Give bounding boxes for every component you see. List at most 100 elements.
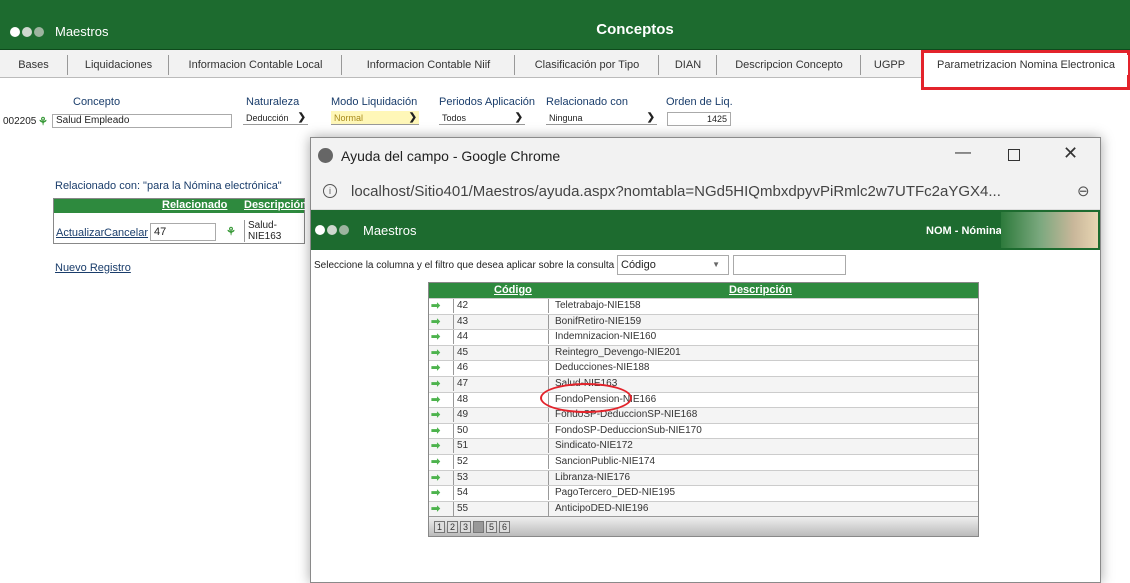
page-button[interactable]: 1 [434,521,445,534]
related-value-field[interactable]: 47 [150,223,216,241]
info-icon[interactable]: i [323,184,337,198]
row-code: 47 [453,376,549,391]
tab-liquidaciones[interactable]: Liquidaciones [69,55,169,75]
select-arrow-icon[interactable]: ➡ [431,439,451,453]
chevron-down-icon: ❯ [514,112,523,123]
table-row[interactable]: ➡ 49 FondoSP-DeduccionSP-NIE168 [429,407,978,423]
concepto-code: 002205 [3,116,37,127]
row-code: 42 [453,299,549,313]
zoom-icon[interactable]: ⊖ [1077,182,1090,200]
select-arrow-icon[interactable]: ➡ [431,424,451,438]
related-title: Relacionado con: "para la Nómina electró… [55,180,282,192]
page-button[interactable]: 3 [460,521,471,534]
cancelar-link[interactable]: Cancelar [104,227,148,239]
select-arrow-icon[interactable]: ➡ [431,346,451,360]
table-row[interactable]: ➡ 52 SancionPublic-NIE174 [429,453,978,470]
table-row[interactable]: ➡ 48 FondoPension-NIE166 [429,391,978,408]
popup-url: localhost/Sitio401/Maestros/ayuda.aspx?n… [351,183,1001,200]
select-arrow-icon[interactable]: ➡ [431,361,451,375]
minimize-icon[interactable]: — [955,144,971,162]
tab-contable-niif[interactable]: Informacion Contable Niif [343,55,515,75]
modo-select[interactable]: Normal ❯ [331,111,419,125]
table-row[interactable]: ➡ 53 Libranza-NIE176 [429,469,978,486]
select-arrow-icon[interactable]: ➡ [431,393,451,407]
app-header: Maestros Conceptos [0,0,1130,50]
close-icon[interactable]: ✕ [1063,143,1078,164]
lookup-icon[interactable]: ⚘ [226,225,236,238]
select-arrow-icon[interactable]: ➡ [431,455,451,469]
col-descripcion[interactable]: Descripción [729,284,792,296]
row-desc: Teletrabajo-NIE158 [555,300,641,311]
relacionado-label: Relacionado con [546,96,628,108]
table-row[interactable]: ➡ 47 Salud-NIE163 [429,375,978,392]
naturaleza-label: Naturaleza [246,96,300,108]
chrome-icon [318,148,333,163]
select-arrow-icon[interactable]: ➡ [431,486,451,500]
select-arrow-icon[interactable]: ➡ [431,315,451,329]
popup-brand: Maestros [363,223,417,238]
col-codigo[interactable]: Código [494,284,532,296]
select-arrow-icon[interactable]: ➡ [431,408,451,422]
tab-nomina-electronica[interactable]: Parametrizacion Nomina Electronica [924,55,1128,75]
row-desc: BonifRetiro-NIE159 [555,315,642,327]
periodos-label: Periodos Aplicación [439,96,536,108]
tab-dian[interactable]: DIAN [660,55,717,75]
related-desc-line2: NIE163 [248,231,282,242]
row-desc: AnticipoDED-NIE196 [555,502,649,514]
row-desc: Libranza-NIE176 [555,471,631,483]
chevron-down-icon: ❯ [297,112,306,123]
periodos-value: Todos [442,113,467,123]
row-desc: FondoSP-DeduccionSub-NIE170 [555,424,702,436]
help-grid: Código Descripción ➡ 42 Teletrabajo-NIE158… [428,282,979,538]
orden-field[interactable]: 1425 [667,112,731,126]
tab-contable-local[interactable]: Informacion Contable Local [170,55,342,75]
table-row[interactable]: ➡ 50 FondoSP-DeduccionSub-NIE170 [429,422,978,439]
select-arrow-icon[interactable]: ➡ [431,471,451,485]
row-code: 50 [453,423,549,438]
actualizar-link[interactable]: Actualizar [56,227,104,239]
page-button[interactable]: 2 [447,521,458,534]
concepto-label: Concepto [73,96,121,108]
select-arrow-icon[interactable]: ➡ [431,299,451,313]
page-button[interactable]: 4 [473,521,484,534]
tab-ugpp[interactable]: UGPP [862,55,917,75]
concepto-field[interactable]: Salud Empleado [52,114,232,128]
filter-value-input[interactable] [733,255,846,275]
maximize-icon[interactable] [1008,149,1020,161]
filter-label: Seleccione la columna y el filtro que de… [314,260,615,271]
filter-column-select[interactable]: Código ▼ [617,255,729,275]
page-button[interactable]: 5 [486,521,497,534]
col-descripcion[interactable]: Descripción [244,199,307,211]
select-arrow-icon[interactable]: ➡ [431,377,451,391]
tab-descripcion[interactable]: Descripcion Concepto [718,55,861,75]
col-relacionado[interactable]: Relacionado [162,199,227,211]
naturaleza-value: Deducción [246,113,289,123]
table-row[interactable]: ➡ 54 PagoTercero_DED-NIE195 [429,485,978,501]
select-arrow-icon[interactable]: ➡ [431,502,451,516]
periodos-select[interactable]: Todos ❯ [439,111,525,125]
table-row[interactable]: ➡ 43 BonifRetiro-NIE159 [429,313,978,330]
row-code: 45 [453,345,549,360]
row-desc: PagoTercero_DED-NIE195 [555,487,676,499]
relacionado-select[interactable]: Ninguna ❯ [546,111,657,125]
table-row[interactable]: ➡ 46 Deducciones-NIE188 [429,360,978,376]
table-row[interactable]: ➡ 44 Indemnizacion-NIE160 [429,329,978,345]
modo-value: Normal [334,113,364,123]
lookup-icon[interactable]: ⚘ [38,115,48,128]
table-row[interactable]: ➡ 42 Teletrabajo-NIE158 [429,298,978,314]
tab-clasificacion[interactable]: Clasificación por Tipo [516,55,659,75]
naturaleza-select[interactable]: Deducción ❯ [243,111,308,125]
table-row[interactable]: ➡ 55 AnticipoDED-NIE196 [429,500,978,517]
row-code: 55 [453,501,549,516]
table-row[interactable]: ➡ 45 Reintegro_Devengo-NIE201 [429,344,978,361]
header-photo [1001,212,1098,248]
row-desc: Sindicato-NIE172 [555,440,633,452]
page-button[interactable]: 6 [499,521,510,534]
chevron-down-icon: ▼ [712,260,720,269]
select-arrow-icon[interactable]: ➡ [431,330,451,344]
row-code: 43 [453,314,549,329]
popup-window-title: Ayuda del campo - Google Chrome [341,148,561,164]
tab-bases[interactable]: Bases [0,55,68,75]
nuevo-registro-link[interactable]: Nuevo Registro [55,262,131,274]
table-row[interactable]: ➡ 51 Sindicato-NIE172 [429,438,978,454]
